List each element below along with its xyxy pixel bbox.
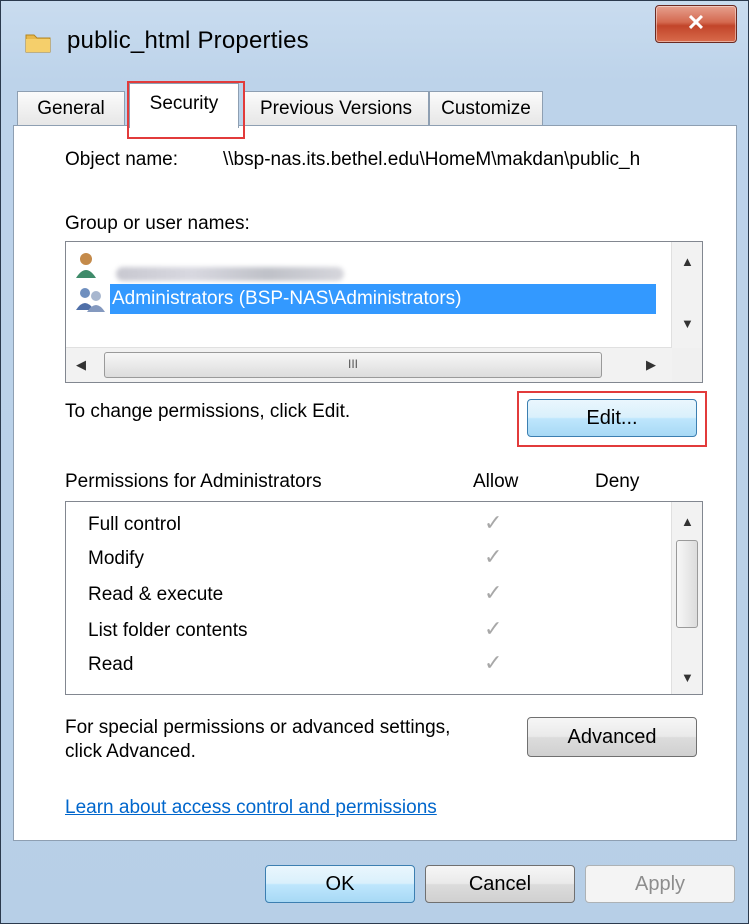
group-list-label: Group or user names:: [65, 213, 250, 234]
tab-customize-label: Customize: [441, 98, 531, 119]
tab-general-label: General: [37, 98, 105, 119]
apply-button-label: Apply: [634, 873, 686, 895]
blurred-user-name: [116, 267, 344, 281]
scroll-down-icon[interactable]: ▼: [681, 316, 694, 331]
permission-row: List folder contents: [88, 614, 247, 648]
ok-button-label: OK: [325, 873, 355, 895]
scrollbar-corner: [672, 348, 702, 382]
ok-button[interactable]: OK: [265, 865, 415, 903]
advanced-button-label: Advanced: [567, 726, 657, 748]
allow-check-icon: ✓: [484, 580, 503, 605]
scroll-down-icon[interactable]: ▼: [681, 670, 694, 685]
group-list-horizontal-scrollbar[interactable]: ◀ III ▶: [66, 347, 672, 382]
list-item-administrators[interactable]: Administrators (BSP-NAS\Administrators): [110, 284, 656, 314]
tab-customize[interactable]: Customize: [429, 91, 543, 126]
title-bar[interactable]: public_html Properties ✕: [1, 1, 748, 85]
edit-button-label: Edit...: [586, 407, 638, 429]
permissions-list[interactable]: Full control ✓ Modify ✓ Read & execute ✓…: [65, 501, 703, 695]
scroll-grip-icon: III: [347, 357, 358, 371]
permission-name: Read & execute: [88, 584, 224, 605]
scroll-left-icon[interactable]: ◀: [76, 357, 86, 373]
cancel-button-label: Cancel: [468, 873, 532, 895]
permission-row: Modify: [88, 542, 144, 576]
special-permissions-text-line2: click Advanced.: [65, 741, 196, 762]
permission-name: List folder contents: [88, 620, 248, 641]
administrators-label: Administrators (BSP-NAS\Administrators): [112, 288, 462, 309]
tab-general[interactable]: General: [17, 91, 125, 126]
tab-security-label: Security: [149, 93, 219, 114]
scroll-up-icon[interactable]: ▲: [681, 254, 694, 269]
allow-check-icon: ✓: [484, 616, 503, 641]
group-user-list[interactable]: Administrators (BSP-NAS\Administrators) …: [65, 241, 703, 383]
list-item[interactable]: [74, 250, 634, 281]
scroll-up-icon[interactable]: ▲: [681, 514, 694, 529]
permission-name: Full control: [88, 514, 181, 535]
group-list-vertical-scrollbar[interactable]: ▲ ▼: [671, 242, 702, 348]
permission-name: Read: [88, 654, 134, 675]
permissions-vertical-scrollbar[interactable]: ▲ ▼: [671, 502, 702, 694]
object-name-label: Object name:: [65, 149, 178, 170]
allow-check-icon: ✓: [484, 650, 503, 675]
advanced-button[interactable]: Advanced: [527, 717, 697, 757]
properties-dialog: public_html Properties ✕ General Securit…: [0, 0, 749, 924]
window-title: public_html Properties: [67, 27, 309, 54]
object-name-value: \\bsp-nas.its.bethel.edu\HomeM\makdan\pu…: [223, 149, 641, 170]
tab-security[interactable]: Security: [129, 83, 239, 128]
user-icon: [76, 253, 96, 278]
special-permissions-text-line1: For special permissions or advanced sett…: [65, 717, 451, 738]
allow-check-icon: ✓: [484, 510, 503, 535]
permission-row: Read & execute: [88, 578, 223, 612]
permissions-scroll-thumb[interactable]: [676, 540, 698, 628]
apply-button[interactable]: Apply: [585, 865, 735, 903]
scroll-right-icon[interactable]: ▶: [646, 357, 656, 373]
allow-check-icon: ✓: [484, 544, 503, 569]
tab-previous-versions-label: Previous Versions: [259, 98, 413, 119]
folder-icon: [25, 34, 51, 53]
permission-name: Modify: [88, 548, 144, 569]
allow-header: Allow: [473, 471, 519, 492]
learn-about-access-link[interactable]: Learn about access control and permissio…: [65, 797, 437, 819]
tab-previous-versions[interactable]: Previous Versions: [243, 91, 429, 126]
permissions-header: Permissions for Administrators: [65, 471, 322, 492]
cancel-button[interactable]: Cancel: [425, 865, 575, 903]
deny-header: Deny: [595, 471, 640, 492]
group-icon: [76, 288, 105, 312]
edit-button[interactable]: Edit...: [527, 399, 697, 437]
permission-row: Full control: [88, 508, 181, 542]
change-permissions-text: To change permissions, click Edit.: [65, 401, 351, 422]
close-icon: ✕: [686, 10, 706, 35]
horizontal-scroll-thumb[interactable]: III: [104, 352, 602, 378]
close-button[interactable]: ✕: [655, 5, 737, 43]
permission-row: Read: [88, 648, 133, 682]
